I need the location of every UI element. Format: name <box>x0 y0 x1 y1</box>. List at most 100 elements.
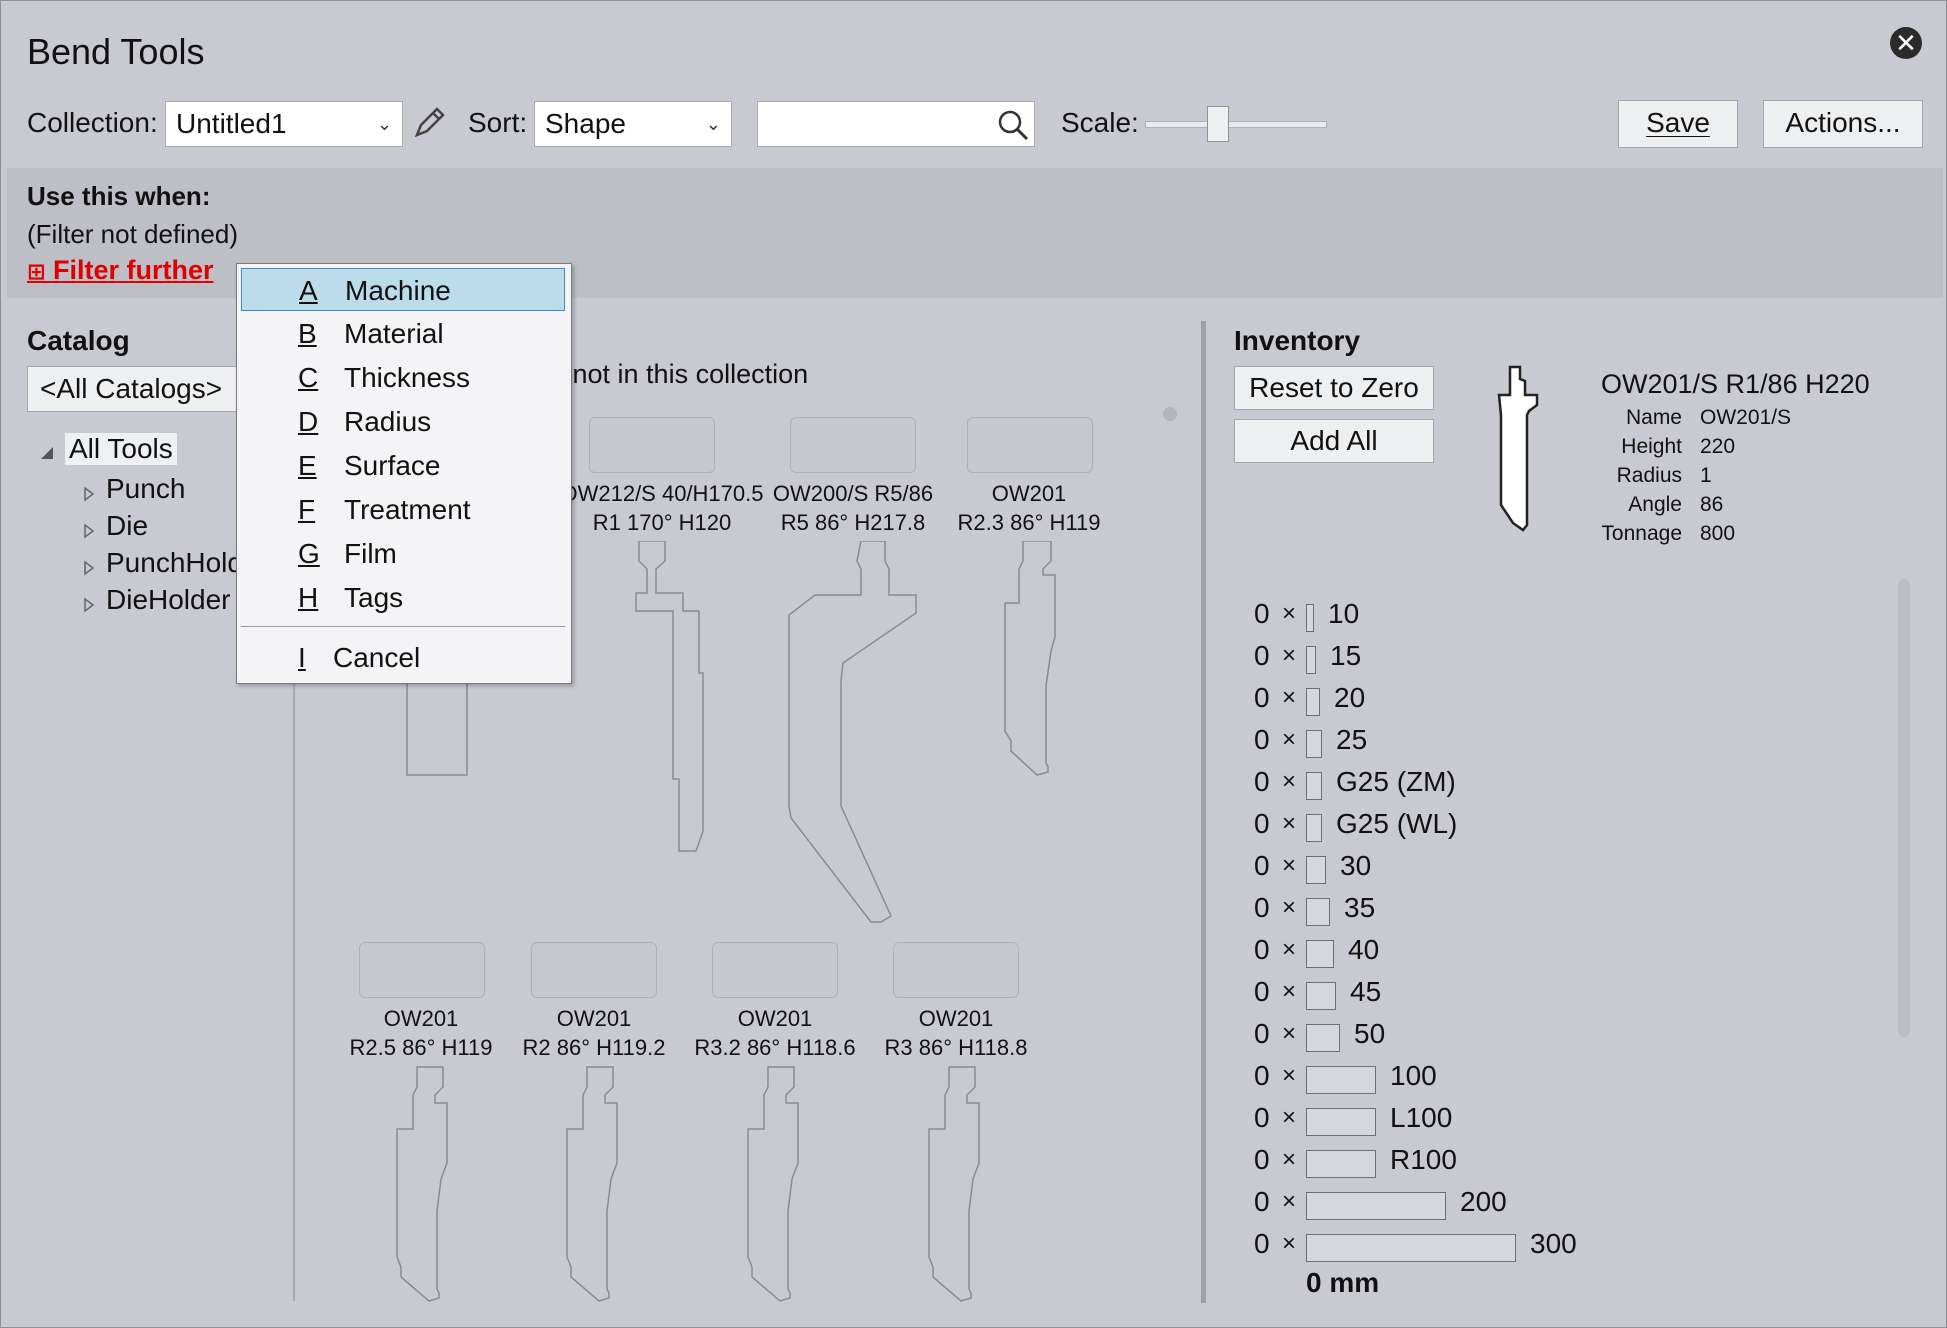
segment-quantity[interactable]: 0 <box>1254 1224 1270 1264</box>
segment-shape-icon <box>1306 1024 1340 1052</box>
multiply-sign: × <box>1282 894 1297 921</box>
segment-name: 35 <box>1344 892 1376 923</box>
segment-quantity[interactable]: 0 <box>1254 1140 1270 1180</box>
menu-item-treatment[interactable]: F Treatment <box>241 488 565 531</box>
segment-quantity[interactable]: 0 <box>1254 888 1270 928</box>
segment-name: 10 <box>1328 598 1360 629</box>
bend-tools-window: Bend Tools ✕ Collection: Untitled1 ⌄ Sor… <box>0 0 1947 1328</box>
menu-item-material[interactable]: B Material <box>241 312 565 355</box>
menu-item-machine[interactable]: A Machine <box>241 268 565 311</box>
segment-shape-icon <box>1306 772 1322 800</box>
edit-collection-button[interactable] <box>411 105 447 141</box>
segment-shape-icon <box>1306 982 1336 1010</box>
menu-item-thickness[interactable]: C Thickness <box>241 356 565 399</box>
segment-name: 25 <box>1336 724 1368 755</box>
tool-shape <box>635 541 704 852</box>
sort-select[interactable]: Shape ⌄ <box>534 101 732 147</box>
segment-name: 50 <box>1354 1018 1386 1049</box>
segment-shape-icon <box>1306 730 1322 758</box>
inventory-scrollbar[interactable] <box>1898 579 1910 1037</box>
tool-caption[interactable]: OW212/S 40/H170.5 R1 170° H120 <box>552 479 772 537</box>
multiply-sign: × <box>1282 600 1297 627</box>
segment-name: 200 <box>1460 1186 1507 1217</box>
menu-item-radius[interactable]: D Radius <box>241 400 565 443</box>
menu-item-tags[interactable]: H Tags <box>241 576 565 619</box>
segment-name: 45 <box>1350 976 1382 1007</box>
segment-quantity[interactable]: 0 <box>1254 1182 1270 1222</box>
segment-quantity[interactable]: 0 <box>1254 594 1270 634</box>
segment-quantity[interactable]: 0 <box>1254 972 1270 1012</box>
multiply-sign: × <box>1282 1062 1297 1089</box>
tool-shape <box>396 1066 448 1302</box>
tool-card-header <box>712 942 838 998</box>
collection-select[interactable]: Untitled1 ⌄ <box>165 101 403 147</box>
filter-further-link[interactable]: ⊞ Filter further <box>27 255 213 286</box>
chevron-down-icon: ⌄ <box>705 114 721 134</box>
tree-expand-icon[interactable] <box>83 588 95 620</box>
scale-slider-thumb[interactable] <box>1207 106 1229 142</box>
segment-shape-icon <box>1306 688 1320 716</box>
segment-quantity[interactable]: 0 <box>1254 678 1270 718</box>
multiply-sign: × <box>1282 684 1297 711</box>
property-value: 220 <box>1700 435 1736 458</box>
close-icon: ✕ <box>1895 28 1917 58</box>
multiply-sign: × <box>1282 1020 1297 1047</box>
menu-item-surface[interactable]: E Surface <box>241 444 565 487</box>
tree-item-punchholder[interactable]: PunchHolder <box>106 547 236 579</box>
tool-caption[interactable]: OW201 R3 86° H118.8 <box>846 1004 1066 1062</box>
segment-quantity[interactable]: 0 <box>1254 1098 1270 1138</box>
tree-item-punch[interactable]: Punch <box>106 473 185 505</box>
total-length: 0 mm <box>1306 1267 1380 1298</box>
segment-name: G25 (WL) <box>1336 808 1458 839</box>
segment-quantity[interactable]: 0 <box>1254 636 1270 676</box>
segment-quantity[interactable]: 0 <box>1254 846 1270 886</box>
tool-card-header <box>967 417 1093 473</box>
catalog-splitter[interactable] <box>293 661 295 1301</box>
tree-expand-icon[interactable] <box>83 514 95 546</box>
tree-item-all-tools[interactable]: All Tools <box>65 433 177 465</box>
close-button[interactable]: ✕ <box>1890 27 1922 59</box>
tree-toggle-icon[interactable] <box>39 436 55 468</box>
multiply-sign: × <box>1282 810 1297 837</box>
scale-slider-track[interactable] <box>1145 121 1327 128</box>
segment-quantity[interactable]: 0 <box>1254 1056 1270 1096</box>
actions-button[interactable]: Actions... <box>1763 100 1923 148</box>
tree-expand-icon[interactable] <box>83 551 95 583</box>
multiply-sign: × <box>1282 768 1297 795</box>
segment-name: 20 <box>1334 682 1366 713</box>
segment-quantity[interactable]: 0 <box>1254 720 1270 760</box>
segment-quantity[interactable]: 0 <box>1254 1014 1270 1054</box>
segment-shape-icon <box>1306 646 1316 674</box>
property-value: 1 <box>1700 464 1712 487</box>
tree-item-dieholder[interactable]: DieHolder <box>106 584 231 616</box>
menu-separator <box>241 626 565 627</box>
segment-quantity[interactable]: 0 <box>1254 762 1270 802</box>
property-label: Tonnage <box>1601 522 1682 545</box>
tool-shape <box>928 1066 980 1302</box>
catalog-select[interactable]: <All Catalogs> <box>27 366 237 412</box>
segment-name: 15 <box>1330 640 1362 671</box>
property-label: Name <box>1625 406 1682 429</box>
add-all-button[interactable]: Add All <box>1234 419 1434 463</box>
tool-caption[interactable]: OW201 R2.3 86° H119 <box>919 479 1139 537</box>
segment-shape-icon <box>1306 940 1334 968</box>
tree-expand-icon[interactable] <box>83 477 95 509</box>
reset-to-zero-button[interactable]: Reset to Zero <box>1234 366 1434 410</box>
multiply-sign: × <box>1282 1188 1297 1215</box>
tree-item-die[interactable]: Die <box>106 510 148 542</box>
search-icon <box>998 110 1029 141</box>
segment-name: G25 (ZM) <box>1336 766 1456 797</box>
menu-item-cancel[interactable]: I Cancel <box>241 636 565 679</box>
segment-quantity[interactable]: 0 <box>1254 930 1270 970</box>
multiply-sign: × <box>1282 936 1297 963</box>
search-input[interactable] <box>757 101 1035 147</box>
tool-shape <box>788 541 917 923</box>
tool-shape <box>747 1066 799 1302</box>
tool-preview-image <box>1497 365 1539 532</box>
menu-item-film[interactable]: G Film <box>241 532 565 575</box>
tool-card-header <box>893 942 1019 998</box>
segment-name: R100 <box>1390 1144 1457 1175</box>
inventory-splitter[interactable] <box>1201 321 1206 1303</box>
save-button[interactable]: Save <box>1618 100 1738 148</box>
segment-quantity[interactable]: 0 <box>1254 804 1270 844</box>
